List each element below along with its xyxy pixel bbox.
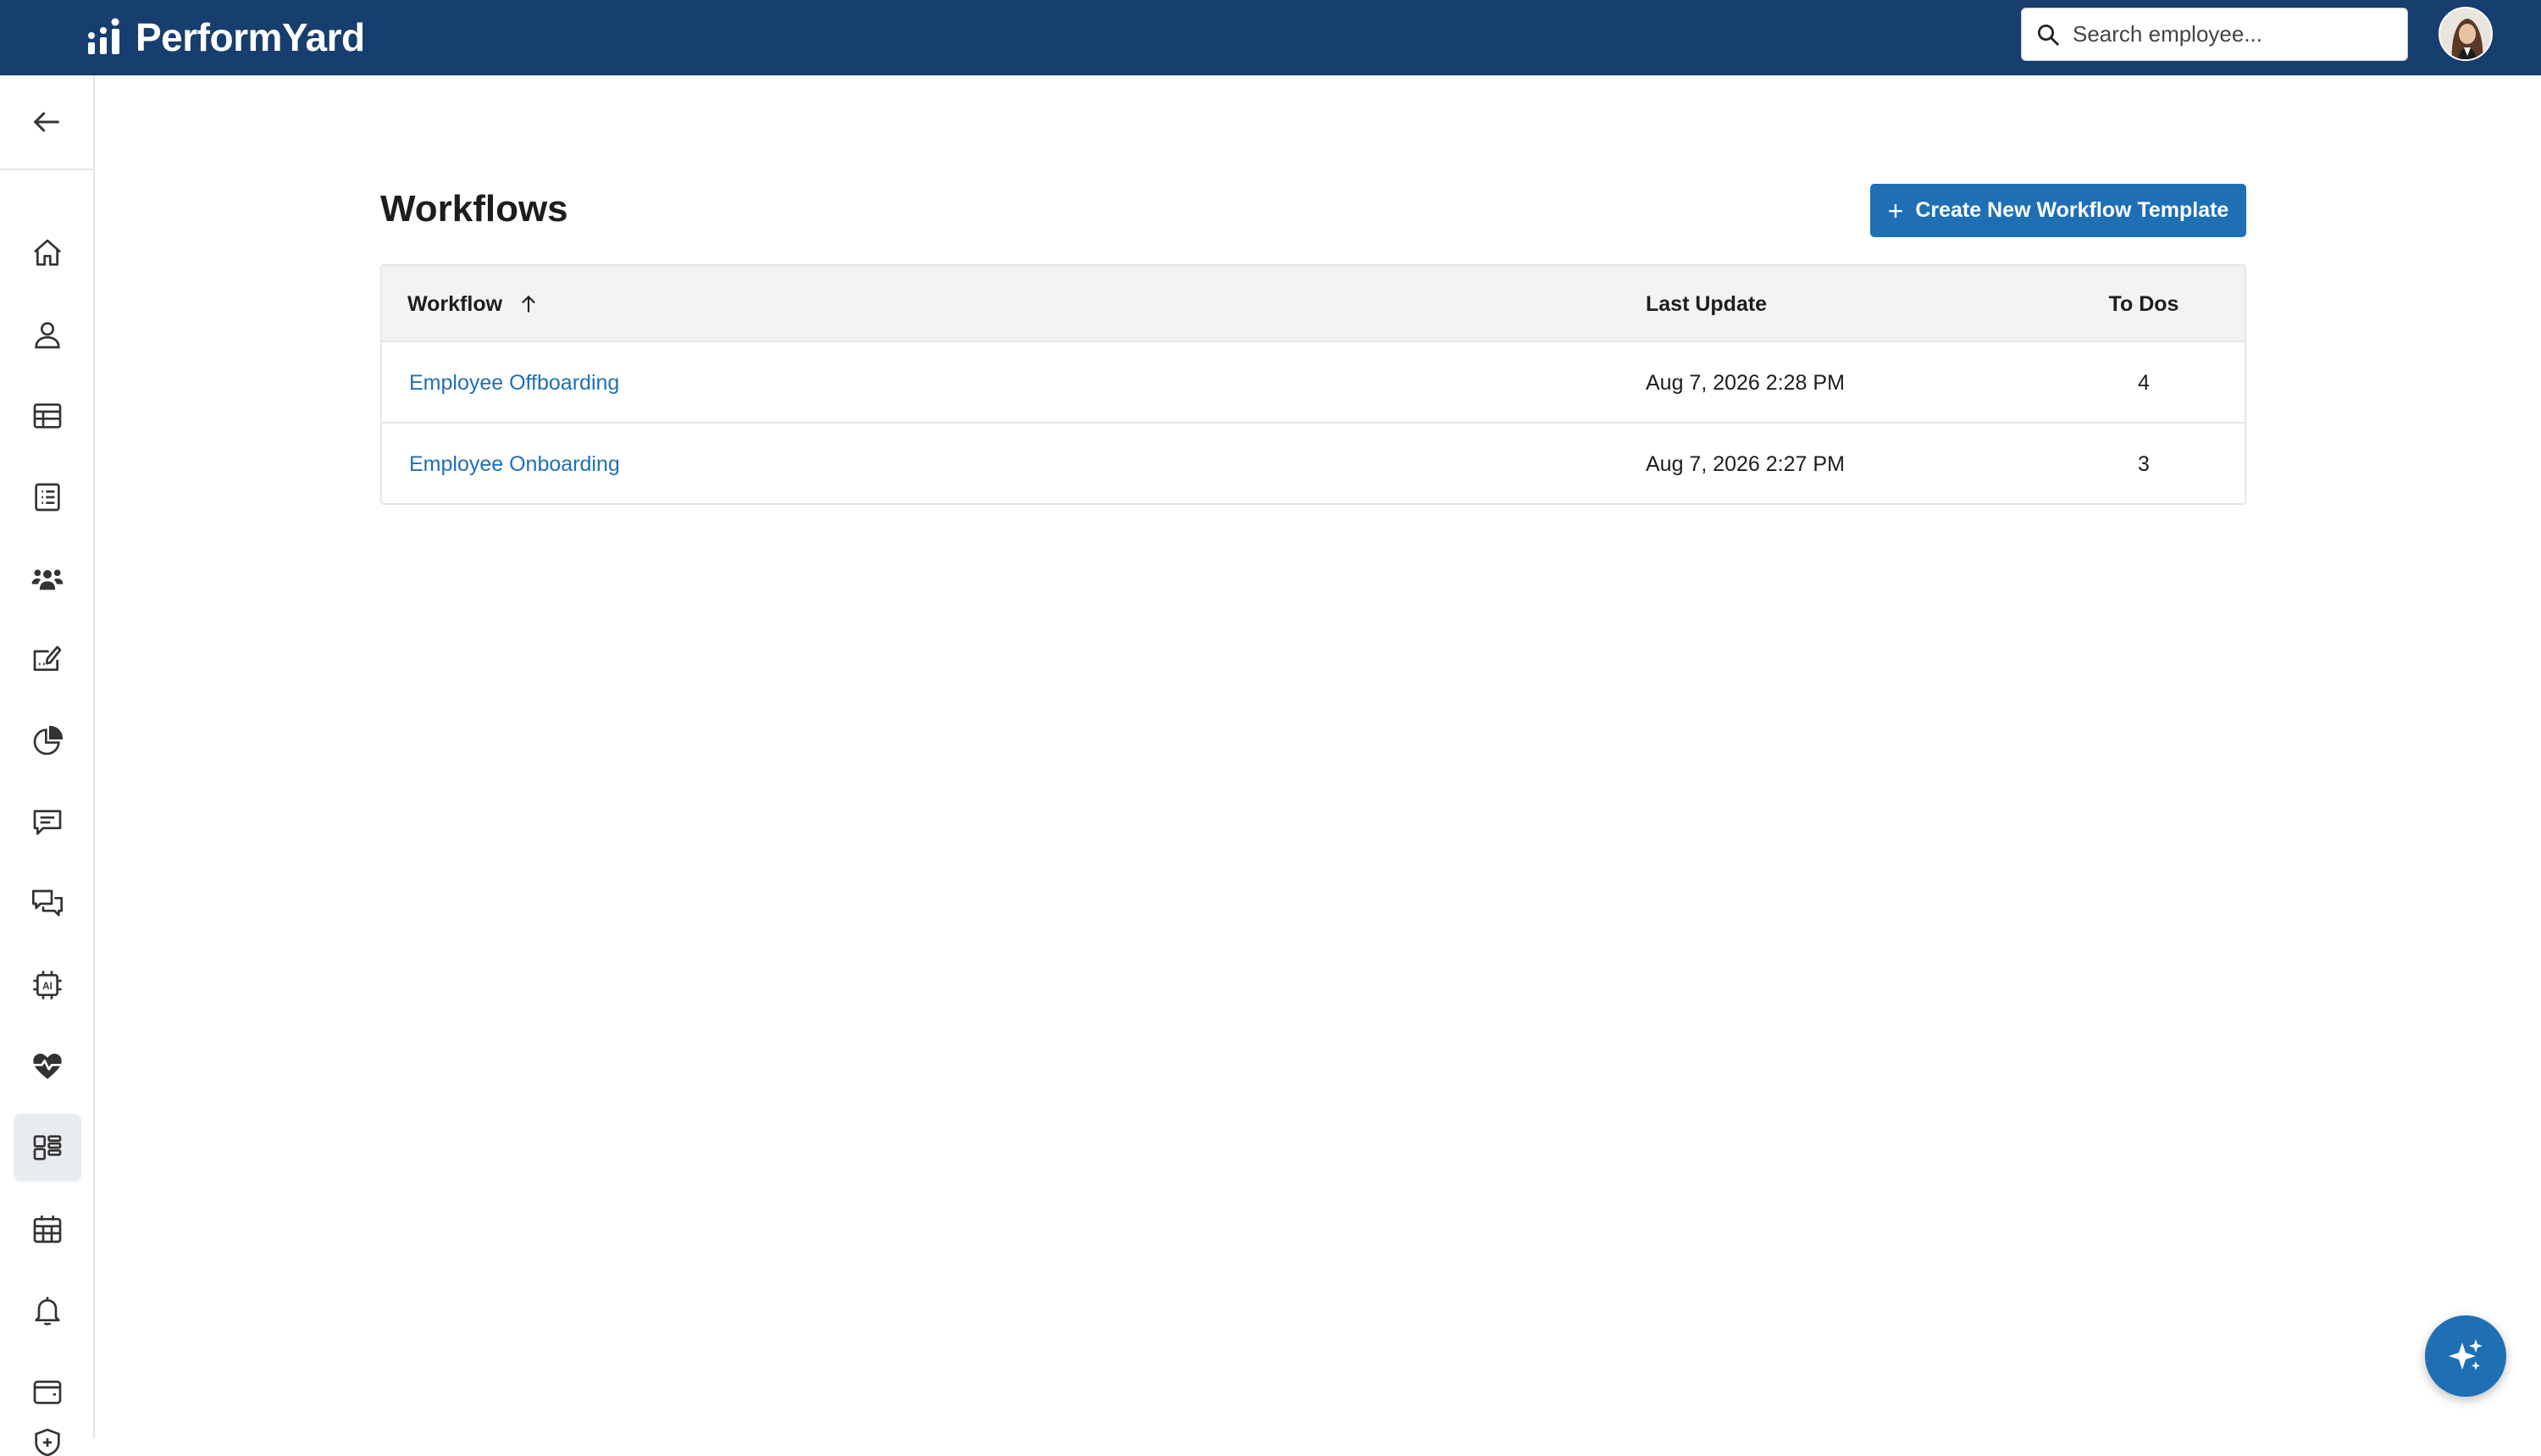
person-icon [35,322,60,349]
todos-count-cell: 4 [2138,370,2150,395]
search-input[interactable] [2073,21,2394,47]
wallet-icon [33,1381,62,1404]
table-header: Workflow Last Update To Dos [382,266,2245,342]
table-row: Employee Offboarding Aug 7, 2026 2:28 PM… [382,342,2245,424]
plus-icon: + [1887,195,1904,226]
sidebar-item-reports[interactable] [14,707,81,775]
user-avatar-icon [2440,8,2491,59]
sidebar-item-ai[interactable]: AI [14,951,81,1019]
performyard-logo[interactable]: PerformYard [85,14,365,60]
sidebar-item-feedback[interactable] [14,789,81,856]
logo-mark-icon [88,18,119,54]
create-workflow-template-button[interactable]: + Create New Workflow Template [1870,184,2246,237]
sidebar-item-teams[interactable] [14,545,81,612]
employee-search[interactable] [2021,8,2408,61]
sidebar-item-tables[interactable] [14,382,81,450]
column-header-todos[interactable]: To Dos [2084,266,2203,342]
column-label-todos: To Dos [2108,291,2179,316]
bell-icon [35,1297,60,1326]
workflow-link[interactable]: Employee Offboarding [409,342,619,424]
page-title: Workflows [380,188,568,230]
column-label-last-update: Last Update [1646,291,1768,316]
sidebar-item-wellbeing[interactable] [14,1032,81,1100]
svg-text:AI: AI [42,981,53,992]
ai-assistant-button[interactable] [2425,1315,2506,1397]
edit-form-icon [33,645,62,671]
team-icon [31,569,64,590]
search-icon [2038,24,2059,46]
sidebar-item-calendar[interactable] [14,1195,81,1263]
message-icon [33,810,62,835]
avatar[interactable] [2439,7,2493,61]
column-header-last-update[interactable]: Last Update [1646,266,1767,342]
sort-ascending-icon[interactable] [518,293,540,315]
pie-chart-icon [33,725,64,756]
workflows-table: Workflow Last Update To Dos Employee Off… [380,264,2246,505]
conversation-icon [32,889,63,916]
table-row: Employee Onboarding Aug 7, 2026 2:27 PM … [382,424,2245,503]
sidebar-item-conversations[interactable] [14,870,81,938]
sidebar-item-checklists[interactable] [14,463,81,531]
sidebar-item-forms[interactable] [14,626,81,694]
home-icon [34,239,61,266]
workflows-icon [33,1135,62,1160]
sidebar-item-benefits[interactable] [14,1422,81,1456]
sidebar-nav: AI [0,75,95,1456]
last-update-cell: Aug 7, 2026 2:27 PM [1646,451,1845,476]
sparkle-icon [2449,1339,2483,1370]
todos-count-cell: 3 [2138,451,2150,476]
arrow-left-icon [34,112,59,132]
sidebar-item-home[interactable] [14,219,81,287]
create-button-label: Create New Workflow Template [1915,198,2229,222]
ai-chip-icon: AI [33,971,62,999]
column-header-workflow[interactable]: Workflow [407,266,540,342]
heart-pulse-icon [33,1054,62,1079]
top-bar: PerformYard [0,0,2541,75]
calendar-icon [33,1215,62,1243]
last-update-cell: Aug 7, 2026 2:28 PM [1646,370,1845,395]
table-icon [33,403,62,429]
sidebar-item-compensation[interactable] [14,1358,81,1426]
sidebar-item-people[interactable] [14,301,81,368]
brand-name: PerformYard [136,15,365,59]
sidebar-item-notifications[interactable] [14,1276,81,1344]
back-button[interactable] [0,75,93,170]
workflow-link[interactable]: Employee Onboarding [409,424,620,503]
checklist-icon [35,483,60,512]
column-label-workflow: Workflow [407,291,503,316]
sidebar-item-workflows[interactable] [14,1114,81,1182]
shield-plus-icon [35,1428,60,1456]
